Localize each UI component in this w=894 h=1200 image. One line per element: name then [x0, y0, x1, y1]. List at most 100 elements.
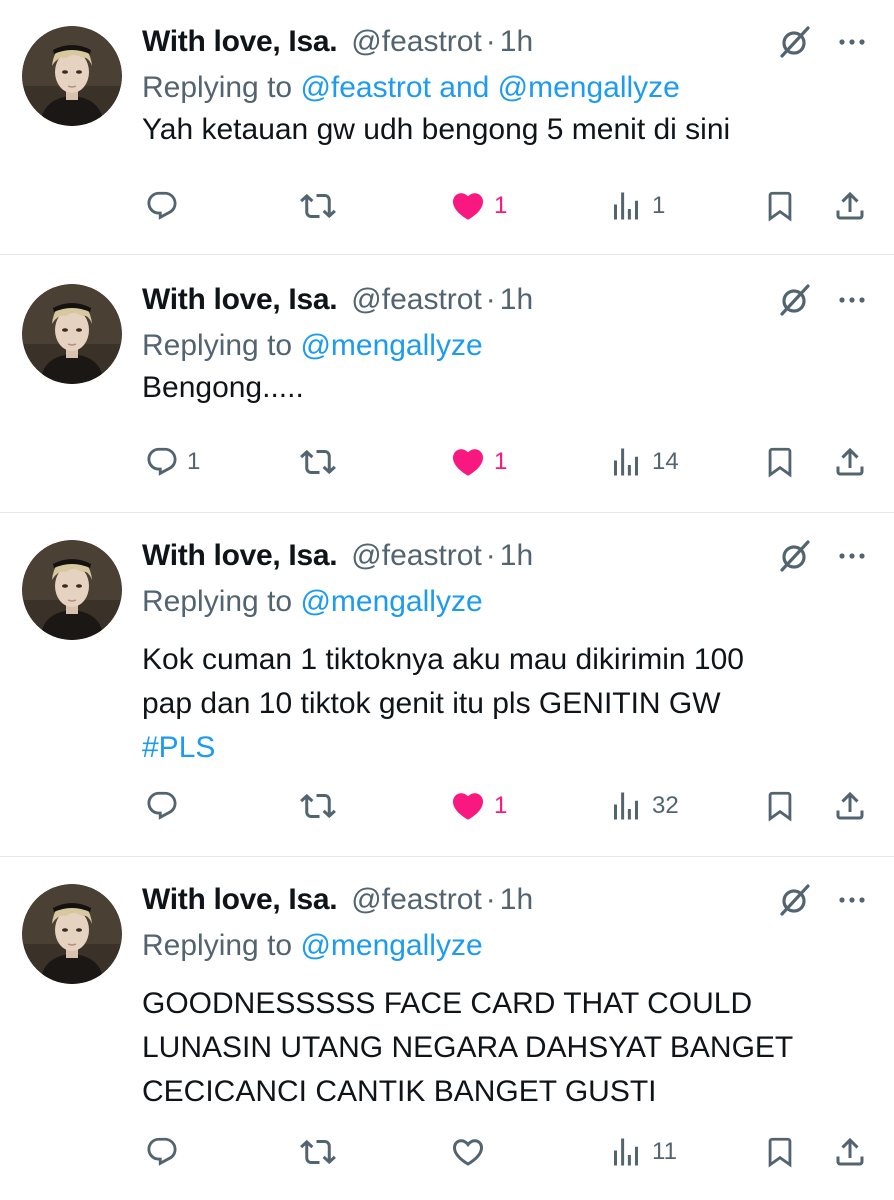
- like-button[interactable]: 1: [450, 186, 507, 226]
- tweet-text-line: GOODNESSSSS FACE CARD THAT COULD: [142, 987, 753, 1020]
- repost-button[interactable]: [300, 786, 344, 826]
- reply-button[interactable]: [145, 1132, 187, 1172]
- bookmark-button[interactable]: [763, 186, 797, 226]
- grok-icon[interactable]: [776, 538, 812, 574]
- heart-icon: [450, 788, 486, 824]
- share-button[interactable]: [832, 786, 868, 826]
- repost-icon: [300, 788, 336, 824]
- views-button[interactable]: 1: [608, 186, 665, 226]
- replying-to-label: Replying to: [142, 71, 301, 104]
- tweet-text-line: Yah ketauan gw udh bengong 5 menit di si…: [142, 113, 731, 146]
- views-button[interactable]: 32: [608, 786, 679, 826]
- repost-button[interactable]: [300, 442, 344, 482]
- separator-dot: ·: [485, 539, 496, 572]
- bookmark-icon: [763, 445, 797, 479]
- views-button[interactable]: 11: [608, 1132, 677, 1172]
- more-icon[interactable]: [832, 24, 872, 60]
- user-handle[interactable]: @feastrot: [351, 283, 482, 317]
- more-icon[interactable]: [832, 882, 872, 918]
- replying-to-label: Replying to: [142, 329, 301, 362]
- repost-button[interactable]: [300, 186, 344, 226]
- display-name[interactable]: With love, Isa.: [142, 539, 338, 573]
- replying-to: Replying to @mengallyze: [142, 926, 483, 966]
- tweet-header: With love, Isa. @feastrot · 1h: [142, 880, 533, 920]
- avatar[interactable]: [22, 284, 122, 384]
- views-icon: [608, 1134, 644, 1170]
- tweet-header: With love, Isa. @feastrot · 1h: [142, 22, 533, 62]
- tweet-header: With love, Isa. @feastrot · 1h: [142, 536, 533, 576]
- timestamp[interactable]: 1h: [500, 283, 533, 317]
- tweet-actions: 1 1: [0, 186, 894, 226]
- tweet-text: Bengong.....: [142, 366, 882, 410]
- tweet-text: Kok cuman 1 tiktoknya aku mau dikirimin …: [142, 638, 882, 770]
- tweet-divider: [0, 512, 894, 513]
- bookmark-icon: [763, 1135, 797, 1169]
- views-button[interactable]: 14: [608, 442, 679, 482]
- grok-icon[interactable]: [776, 282, 812, 318]
- display-name[interactable]: With love, Isa.: [142, 25, 338, 59]
- tweet-text-line: pap dan 10 tiktok genit itu pls GENITIN …: [142, 687, 721, 720]
- share-icon: [832, 1134, 868, 1170]
- repost-button[interactable]: [300, 1132, 344, 1172]
- display-name[interactable]: With love, Isa.: [142, 283, 338, 317]
- heart-icon: [450, 444, 486, 480]
- bookmark-icon: [763, 789, 797, 823]
- bookmark-button[interactable]: [763, 786, 797, 826]
- tweet-text-line: Bengong.....: [142, 371, 304, 404]
- more-icon[interactable]: [832, 282, 872, 318]
- tweet-actions: 1 32: [0, 786, 894, 826]
- more-icon[interactable]: [832, 538, 872, 574]
- replying-to: Replying to @feastrot and @mengallyze: [142, 68, 680, 108]
- bookmark-button[interactable]: [763, 442, 797, 482]
- avatar[interactable]: [22, 884, 122, 984]
- views-count: 14: [652, 448, 679, 475]
- user-handle[interactable]: @feastrot: [351, 25, 482, 59]
- replying-to-label: Replying to: [142, 585, 301, 618]
- replying-to-mentions[interactable]: @mengallyze: [300, 929, 482, 962]
- like-button[interactable]: 1: [450, 442, 507, 482]
- repost-icon: [300, 1134, 336, 1170]
- bookmark-button[interactable]: [763, 1132, 797, 1172]
- replying-to-mentions[interactable]: @feastrot and @mengallyze: [300, 71, 679, 104]
- replying-to-label: Replying to: [142, 929, 301, 962]
- replying-to-mentions[interactable]: @mengallyze: [300, 329, 482, 362]
- hashtag-link[interactable]: #PLS: [142, 726, 882, 770]
- grok-icon[interactable]: [776, 24, 812, 60]
- reply-icon: [145, 189, 179, 223]
- like-button[interactable]: [450, 1132, 494, 1172]
- views-icon: [608, 188, 644, 224]
- tweet-text: GOODNESSSSS FACE CARD THAT COULD LUNASIN …: [142, 982, 882, 1114]
- replying-to: Replying to @mengallyze: [142, 326, 483, 366]
- reply-button[interactable]: 1: [145, 442, 200, 482]
- reply-button[interactable]: [145, 186, 187, 226]
- share-button[interactable]: [832, 442, 868, 482]
- separator-dot: ·: [485, 283, 496, 316]
- user-handle[interactable]: @feastrot: [351, 883, 482, 917]
- share-button[interactable]: [832, 1132, 868, 1172]
- tweet-actions: 1 1 14: [0, 442, 894, 482]
- views-count: 32: [652, 792, 679, 819]
- reply-button[interactable]: [145, 786, 187, 826]
- repost-icon: [300, 444, 336, 480]
- timestamp[interactable]: 1h: [500, 25, 533, 59]
- tweet-divider: [0, 856, 894, 857]
- timestamp[interactable]: 1h: [500, 539, 533, 573]
- replying-to: Replying to @mengallyze: [142, 582, 483, 622]
- grok-icon[interactable]: [776, 882, 812, 918]
- avatar[interactable]: [22, 26, 122, 126]
- tweet-text-line: LUNASIN UTANG NEGARA DAHSYAT BANGET: [142, 1031, 794, 1064]
- views-count: 1: [652, 192, 666, 219]
- share-icon: [832, 444, 868, 480]
- timestamp[interactable]: 1h: [500, 883, 533, 917]
- share-icon: [832, 788, 868, 824]
- replying-to-mentions[interactable]: @mengallyze: [300, 585, 482, 618]
- heart-icon: [450, 188, 486, 224]
- reply-count: 1: [187, 448, 201, 475]
- avatar[interactable]: [22, 540, 122, 640]
- tweet-actions: 11: [0, 1132, 894, 1172]
- display-name[interactable]: With love, Isa.: [142, 883, 338, 917]
- user-handle[interactable]: @feastrot: [351, 539, 482, 573]
- like-button[interactable]: 1: [450, 786, 507, 826]
- share-button[interactable]: [832, 186, 868, 226]
- tweet-text: Yah ketauan gw udh bengong 5 menit di si…: [142, 108, 882, 152]
